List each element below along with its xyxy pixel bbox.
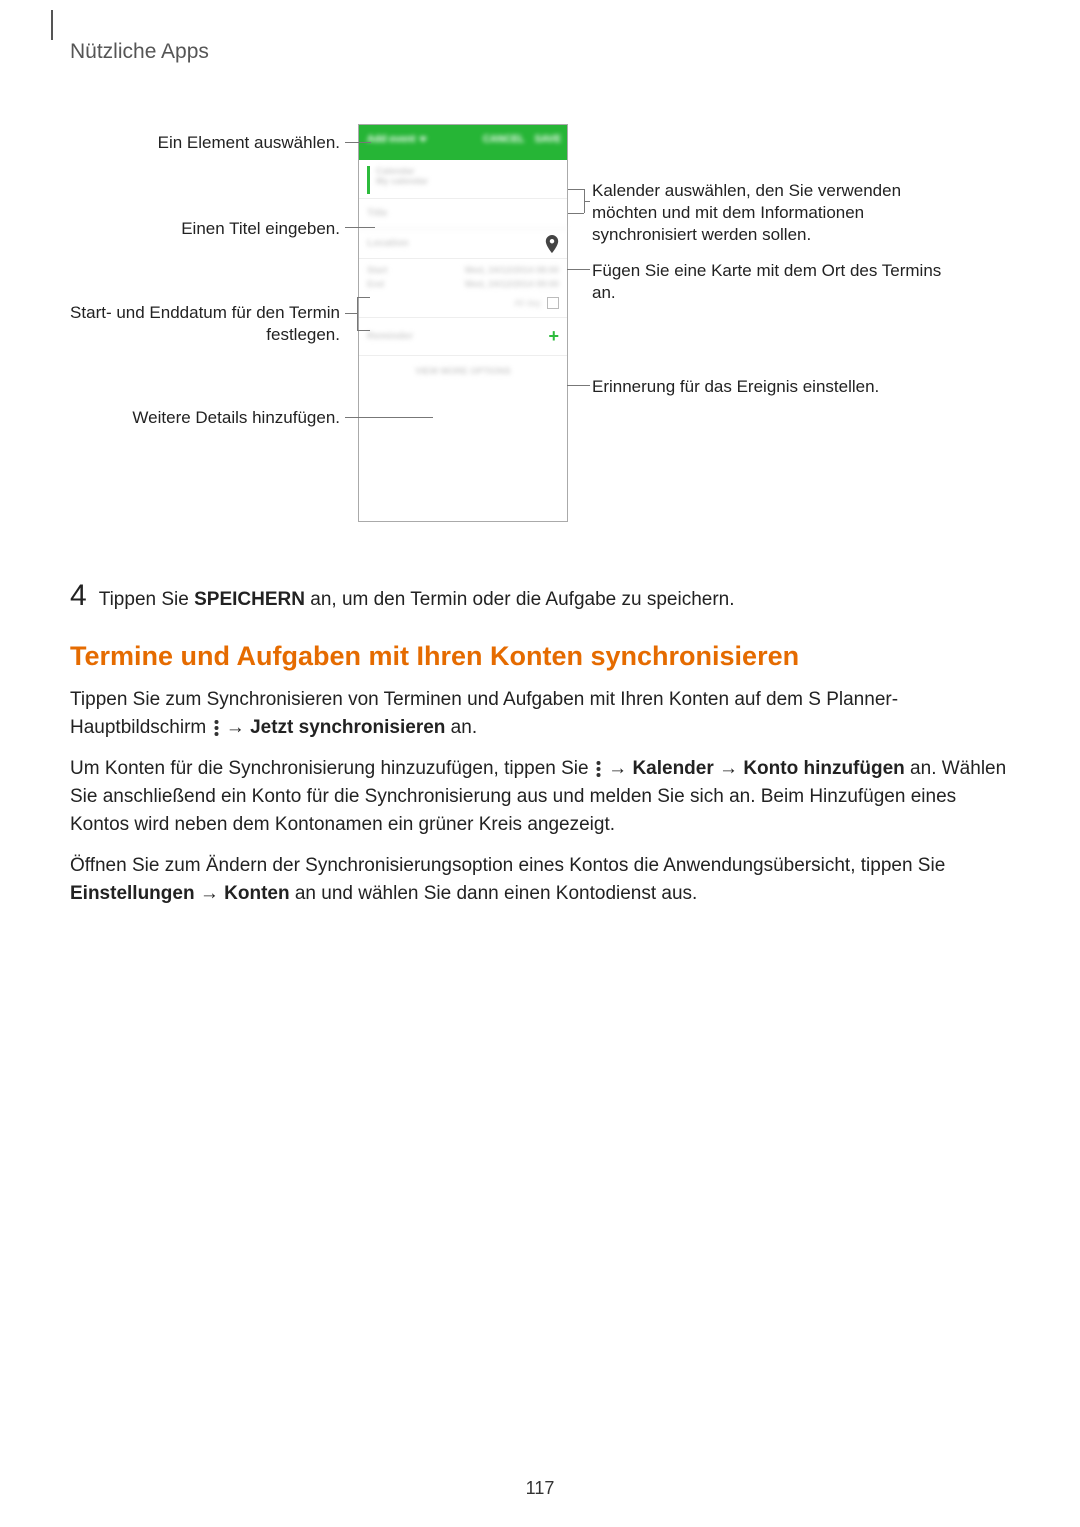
step-suffix: an, um den Termin oder die Aufgabe zu sp…: [305, 589, 735, 610]
allday-checkbox[interactable]: [547, 297, 559, 309]
allday-label: All day: [514, 298, 541, 308]
leader-line: [357, 297, 358, 331]
callout-select-calendar: Kalender auswählen, den Sie verwenden mö…: [592, 180, 942, 246]
p1-a: Tippen Sie zum Synchronisieren von Termi…: [70, 689, 898, 738]
step-text: Tippen Sie SPEICHERN an, um den Termin o…: [99, 589, 735, 611]
leader-line: [345, 417, 433, 418]
step-bold: SPEICHERN: [194, 589, 305, 610]
add-event-dropdown[interactable]: Add event: [367, 134, 427, 145]
reminder-row[interactable]: Reminder +: [359, 317, 567, 356]
leader-line: [345, 227, 375, 228]
p3-a: Öffnen Sie zum Ändern der Synchronisieru…: [70, 855, 945, 876]
phone-mock: Add event CANCEL SAVE Calendar My calend…: [358, 124, 568, 522]
save-button[interactable]: SAVE: [535, 134, 562, 145]
step-prefix: Tippen Sie: [99, 589, 194, 610]
end-label: End: [367, 279, 384, 289]
chevron-down-icon: [419, 137, 427, 142]
p1-arrow: →: [221, 717, 251, 738]
paragraph-3: Öffnen Sie zum Ändern der Synchronisieru…: [70, 852, 1010, 907]
plus-icon[interactable]: +: [548, 326, 559, 347]
reminder-label: Reminder: [367, 331, 413, 342]
map-pin-icon[interactable]: [545, 235, 559, 253]
topbar-actions: CANCEL SAVE: [483, 134, 561, 145]
calendar-selector-row[interactable]: Calendar My calendar: [359, 160, 567, 199]
more-options-row[interactable]: VIEW MORE OPTIONS: [359, 356, 567, 386]
callout-select-element: Ein Element auswählen.: [70, 132, 340, 154]
allday-row[interactable]: All day: [359, 293, 567, 317]
step-4: 4 Tippen Sie SPEICHERN an, um den Termin…: [70, 579, 1010, 613]
p2-arrow1: →: [603, 758, 633, 779]
p2-b1: Kalender: [632, 758, 713, 779]
callout-enter-title: Einen Titel eingeben.: [70, 218, 340, 240]
leader-line: [345, 142, 371, 143]
header-marker: [51, 10, 53, 40]
more-options-label: VIEW MORE OPTIONS: [415, 366, 511, 376]
dates-section[interactable]: Start Wed, 24/12/2014 08:00 End Wed, 24/…: [359, 259, 567, 293]
location-input-row[interactable]: Location: [359, 229, 567, 259]
leader-line: [567, 269, 590, 270]
p3-b2: Konten: [224, 883, 289, 904]
annotated-screenshot-diagram: Add event CANCEL SAVE Calendar My calend…: [70, 124, 1010, 549]
title-input-row[interactable]: Title: [359, 199, 567, 229]
location-placeholder: Location: [367, 238, 409, 249]
leader-line: [568, 189, 584, 190]
title-placeholder: Title: [367, 208, 387, 219]
start-date-row[interactable]: Start Wed, 24/12/2014 08:00: [367, 265, 559, 275]
leader-line: [357, 330, 370, 331]
leader-line: [584, 189, 585, 190]
start-value: Wed, 24/12/2014 08:00: [465, 265, 559, 275]
p2-b2: Konto hinzufügen: [743, 758, 904, 779]
calendar-label: Calendar: [376, 166, 428, 176]
paragraph-2: Um Konten für die Synchronisierung hinzu…: [70, 755, 1010, 838]
more-options-icon: [212, 714, 221, 742]
end-date-row[interactable]: End Wed, 24/12/2014 09:00: [367, 279, 559, 289]
callout-add-details: Weitere Details hinzufügen.: [70, 407, 340, 429]
section-heading: Termine und Aufgaben mit Ihren Konten sy…: [70, 641, 1010, 672]
page-number: 117: [0, 1478, 1080, 1499]
cancel-button[interactable]: CANCEL: [483, 134, 525, 145]
dropdown-label: Add event: [367, 134, 415, 145]
paragraph-1: Tippen Sie zum Synchronisieren von Termi…: [70, 686, 1010, 741]
callout-add-map: Fügen Sie eine Karte mit dem Ort des Ter…: [592, 260, 942, 304]
start-label: Start: [367, 265, 388, 275]
p2-a: Um Konten für die Synchronisierung hinzu…: [70, 758, 594, 779]
leader-line: [567, 385, 590, 386]
p1-bold: Jetzt synchronisieren: [250, 717, 445, 738]
p2-arrow2: →: [714, 758, 744, 779]
calendar-sub: My calendar: [376, 176, 428, 186]
phone-topbar: Add event CANCEL SAVE: [359, 125, 567, 160]
leader-line: [584, 201, 590, 202]
calendar-color-bar: [367, 166, 370, 194]
step-number: 4: [70, 579, 87, 613]
leader-line: [357, 297, 370, 298]
p1-d: an.: [445, 717, 477, 738]
more-options-icon: [594, 756, 603, 784]
p3-c: an und wählen Sie dann einen Kontodienst…: [290, 883, 698, 904]
leader-line: [568, 213, 584, 214]
callout-start-end: Start- und Enddatum für den Termin festl…: [70, 302, 340, 346]
p3-b1: Einstellungen: [70, 883, 195, 904]
callout-set-reminder: Erinnerung für das Ereignis einstellen.: [592, 376, 962, 398]
calendar-text: Calendar My calendar: [376, 166, 428, 194]
p3-arrow: →: [195, 883, 225, 904]
end-value: Wed, 24/12/2014 09:00: [465, 279, 559, 289]
page-header: Nützliche Apps: [70, 40, 1010, 64]
